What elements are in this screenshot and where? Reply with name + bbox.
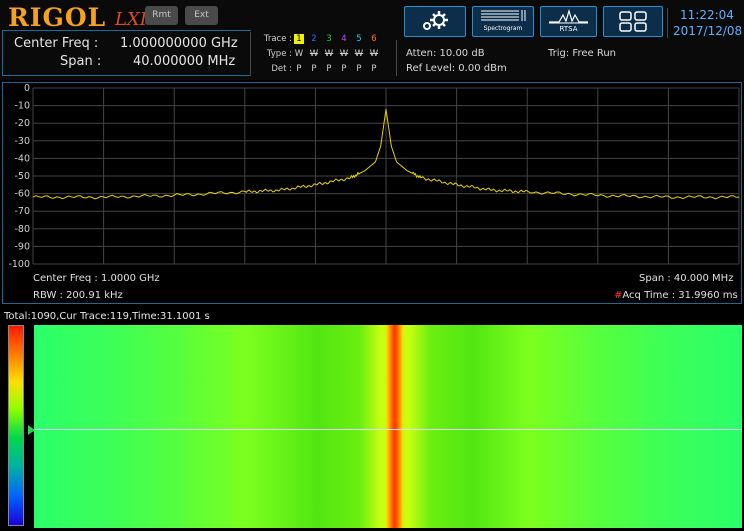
trace-1-num[interactable]: 1 (294, 34, 304, 44)
trace-4-num[interactable]: 4 (339, 34, 349, 44)
spectrogram-button[interactable]: Spectrogram (472, 6, 534, 37)
settings-gears-icon (423, 11, 448, 30)
y-tick-label: 0 (24, 83, 30, 94)
trace-5-type[interactable]: W (354, 49, 364, 59)
clock-time: 11:22:04 (680, 8, 734, 22)
trace-4-type[interactable]: W (339, 49, 349, 59)
lxi-logo: LXI (115, 9, 147, 30)
trace-2-num[interactable]: 2 (309, 34, 319, 44)
external-ref-indicator: Ext (185, 6, 218, 25)
rigol-logo: RIGOL (8, 3, 107, 32)
header-divider (396, 40, 397, 76)
window-layout-icon (619, 11, 647, 32)
trace-6-type[interactable]: W (369, 49, 379, 59)
rtsa-button[interactable]: RTSA (540, 6, 597, 37)
spectrum-chart[interactable]: 0 -10 -20 -30 -40 -50 -60 -70 -80 -90 -100 (2, 82, 742, 304)
span-label: Span : (60, 54, 102, 69)
rtsa-button-label: RTSA (559, 25, 578, 33)
y-tick-label: -50 (14, 171, 30, 182)
y-tick-label: -30 (14, 136, 30, 147)
trace-4-det[interactable]: P (339, 64, 349, 74)
y-tick-label: -10 (14, 101, 30, 112)
y-tick-label: -60 (14, 189, 30, 200)
window-layout-button[interactable] (603, 6, 663, 37)
center-freq-label: Center Freq : (14, 36, 99, 51)
remote-indicator: Rmt (145, 6, 178, 25)
waterfall-info: Total:1090,Cur Trace:119,Time:31.1001 s (4, 311, 210, 322)
center-freq-value[interactable]: 1.000000000 GHz (120, 36, 238, 51)
spectrogram-icon (481, 10, 526, 21)
spectrum-rbw: RBW : 200.91 kHz (33, 290, 123, 301)
acq-time-text: Acq Time : 31.9960 ms (622, 290, 738, 301)
rtsa-icon (549, 8, 588, 24)
y-tick-label: -80 (14, 224, 30, 235)
waterfall-color-scale (8, 325, 24, 526)
trace-3-num[interactable]: 3 (324, 34, 334, 44)
header-divider (667, 8, 668, 38)
trace-3-det[interactable]: P (324, 64, 334, 74)
trace-5-num[interactable]: 5 (354, 34, 364, 44)
spectrum-center-freq: Center Freq : 1.0000 GHz (33, 273, 160, 284)
det-row-label: Det : (271, 64, 292, 74)
span-value[interactable]: 40.000000 MHz (133, 54, 235, 69)
y-tick-label: -20 (14, 118, 30, 129)
spectrum-span: Span : 40.000 MHz (639, 273, 734, 284)
settings-button[interactable] (404, 6, 466, 37)
trace-2-det[interactable]: P (309, 64, 319, 74)
trace-5-det[interactable]: P (354, 64, 364, 74)
clock-date: 2017/12/08 (673, 24, 743, 38)
y-tick-label: -100 (8, 259, 30, 270)
spectrogram-waterfall[interactable] (34, 325, 742, 528)
y-tick-label: -70 (14, 206, 30, 217)
waterfall-cursor-marker-icon[interactable] (28, 425, 35, 435)
reference-level-readout: Ref Level: 0.00 dBm (406, 63, 507, 74)
spectrum-acq-time: #Acq Time : 31.9960 ms (614, 290, 738, 301)
trace-6-det[interactable]: P (369, 64, 379, 74)
y-tick-label: -40 (14, 153, 30, 164)
trace-status-grid[interactable]: 123456 WWWWWW PPPPPP (294, 34, 384, 80)
trace-1-det[interactable]: P (294, 64, 304, 74)
trace-2-type[interactable]: W (309, 49, 319, 59)
type-row-label: Type : (266, 49, 292, 59)
trigger-readout: Trig: Free Run (548, 48, 616, 59)
y-tick-label: -90 (14, 241, 30, 252)
trace-1-type[interactable]: W (294, 49, 304, 59)
spectrogram-button-label: Spectrogram (483, 25, 523, 32)
trace-row-label: Trace : (263, 34, 292, 44)
trace-3-type[interactable]: W (324, 49, 334, 59)
waterfall-trace-cursor[interactable] (34, 429, 742, 430)
trace-6-num[interactable]: 6 (369, 34, 379, 44)
attenuation-readout: Atten: 10.00 dB (406, 48, 485, 59)
